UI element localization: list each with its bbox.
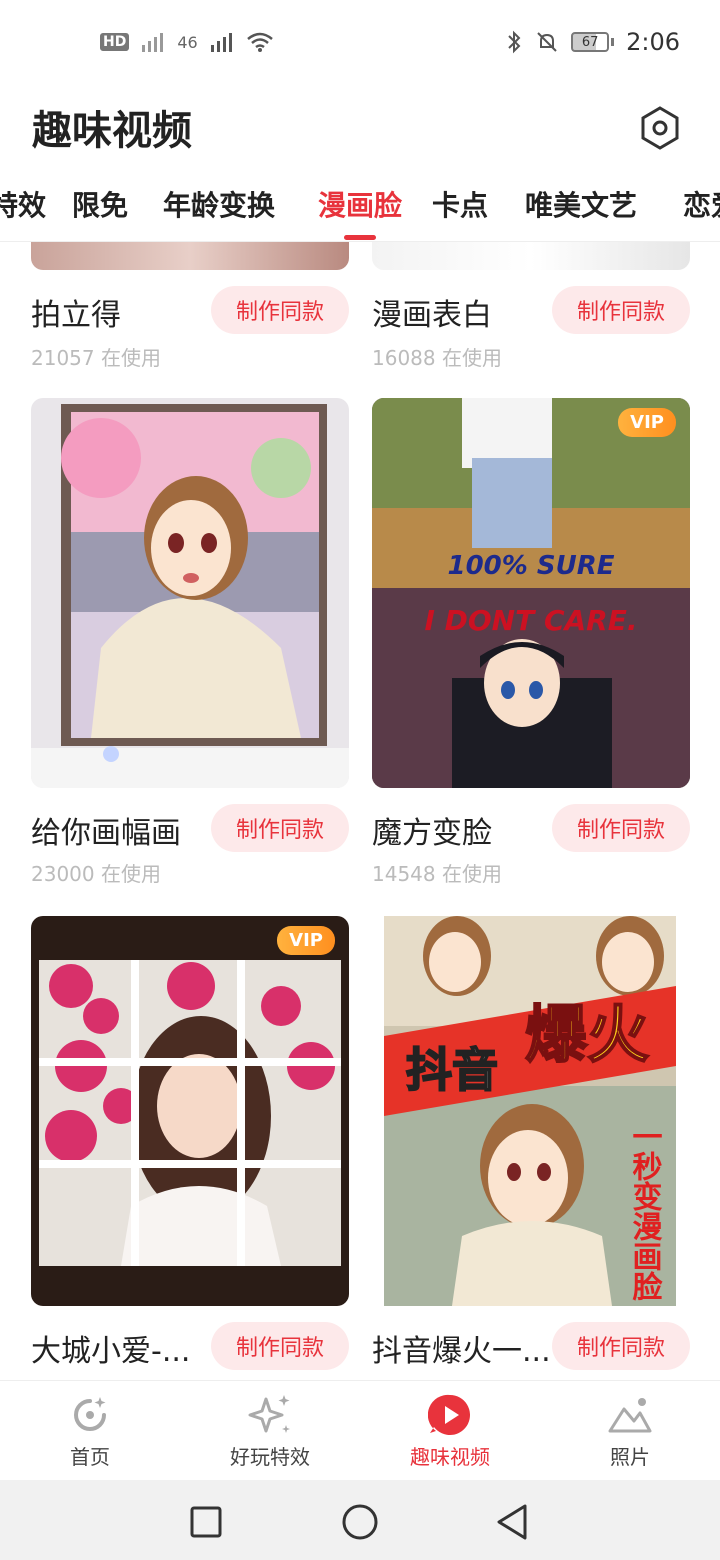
card-title: 给你画幅画	[31, 816, 181, 851]
nav-label: 趣味视频	[410, 1445, 490, 1469]
tab-love[interactable]: 恋爱	[683, 184, 720, 224]
status-right: 67 2:06	[505, 28, 680, 56]
network-type: 46	[177, 32, 198, 52]
card-title: 魔方变脸	[372, 816, 492, 851]
make-same-button[interactable]: 制作同款	[552, 1322, 690, 1370]
card-usage-count: 14548 在使用	[372, 862, 502, 886]
template-card[interactable]: 给你画幅画 23000 在使用 制作同款	[31, 398, 349, 886]
status-bar: HD 46 67 2:06	[0, 0, 720, 84]
card-title: 抖音爆火一...	[372, 1334, 551, 1369]
overlay-text-vertical: 一秒变漫画脸	[627, 1121, 663, 1302]
make-same-button[interactable]: 制作同款	[211, 804, 349, 852]
battery-indicator: 67	[571, 32, 615, 52]
nav-label: 照片	[610, 1445, 650, 1469]
signal-icon	[142, 33, 164, 52]
card-usage-count: 23000 在使用	[31, 862, 161, 886]
back-button[interactable]	[492, 1502, 532, 1542]
make-same-button[interactable]: 制作同款	[211, 286, 349, 334]
page-title: 趣味视频	[32, 108, 192, 154]
overlay-text-dont-care: I DONT CARE.	[424, 604, 637, 637]
bluetooth-icon	[508, 30, 521, 54]
settings-hexagon-icon[interactable]	[636, 104, 684, 152]
status-left: HD 46	[100, 31, 274, 53]
mute-bell-icon	[537, 32, 557, 52]
make-same-button[interactable]: 制作同款	[552, 286, 690, 334]
nav-fun-videos[interactable]: 趣味视频	[360, 1393, 540, 1470]
category-tabs: 特效 限免 年龄变换 漫画脸 卡点 唯美文艺 恋爱	[0, 170, 720, 242]
overlay-text-douyin: 抖音	[406, 1043, 498, 1097]
nav-label: 首页	[70, 1445, 110, 1469]
nav-photos[interactable]: 照片	[540, 1393, 720, 1470]
tab-aesthetic[interactable]: 唯美文艺	[525, 184, 637, 224]
back-triangle-icon	[497, 1504, 527, 1540]
tab-age-change[interactable]: 年龄变换	[163, 184, 275, 224]
template-card[interactable]: VIP 大城小爱-... 制作同款	[31, 916, 349, 1370]
card-usage-count: 21057 在使用	[31, 346, 161, 370]
card-title: 漫画表白	[372, 298, 492, 333]
clock: 2:06	[626, 28, 680, 56]
video-template-grid: 拍立得 21057 在使用 制作同款 漫画表白 16088 在使用 制作同款 给…	[0, 242, 720, 1380]
active-tab-indicator	[344, 235, 376, 240]
tab-free[interactable]: 限免	[72, 184, 128, 224]
sparkle-icon	[248, 1395, 290, 1433]
bottom-navigation: 首页 好玩特效 趣味视频 照片	[0, 1380, 720, 1480]
tab-comic-face[interactable]: 漫画脸	[318, 184, 402, 224]
card-title: 大城小爱-...	[31, 1334, 191, 1369]
header: 趣味视频	[0, 90, 720, 170]
make-same-button[interactable]: 制作同款	[552, 804, 690, 852]
tab-beat[interactable]: 卡点	[432, 184, 488, 224]
recent-apps-button[interactable]	[186, 1502, 226, 1542]
thumbnail-polaroid	[31, 242, 349, 270]
thumbnail-douyin-viral: 抖音 爆火 一秒变漫画脸	[372, 916, 690, 1306]
battery-level: 67	[571, 32, 610, 52]
nav-label: 好玩特效	[230, 1445, 310, 1469]
thumbnail-comic-confession	[372, 242, 690, 270]
nav-fun-effects[interactable]: 好玩特效	[180, 1393, 360, 1470]
thumbnail-draw-picture	[31, 398, 349, 788]
card-title: 拍立得	[31, 298, 121, 333]
system-navigation-bar	[0, 1480, 720, 1560]
vip-badge: VIP	[618, 408, 676, 437]
tab-effects[interactable]: 特效	[0, 184, 46, 224]
card-usage-count: 16088 在使用	[372, 346, 502, 370]
circle-icon	[342, 1504, 378, 1540]
home-button[interactable]	[340, 1502, 380, 1542]
battery-tip	[611, 38, 615, 46]
vip-badge: VIP	[277, 926, 335, 955]
wifi-icon	[246, 32, 273, 52]
template-card[interactable]: 抖音 爆火 一秒变漫画脸 抖音爆火一... 制作同款	[372, 916, 690, 1370]
home-icon	[74, 1397, 106, 1431]
thumbnail-big-city-love: VIP	[31, 916, 349, 1306]
nav-home[interactable]: 首页	[0, 1393, 180, 1470]
template-card[interactable]: 100% SURE I DONT CARE. VIP 魔方变脸 14548 在使…	[372, 398, 690, 886]
square-icon	[190, 1506, 222, 1538]
make-same-button[interactable]: 制作同款	[211, 1322, 349, 1370]
play-icon	[428, 1394, 470, 1435]
photo-icon	[608, 1398, 652, 1433]
signal-icon-2	[210, 33, 232, 52]
hd-indicator: HD	[100, 33, 130, 51]
thumbnail-rubik-face: 100% SURE I DONT CARE. VIP	[372, 398, 690, 788]
overlay-text-sure: 100% SURE	[448, 551, 615, 581]
overlay-text-viral: 爆火	[525, 998, 649, 1071]
